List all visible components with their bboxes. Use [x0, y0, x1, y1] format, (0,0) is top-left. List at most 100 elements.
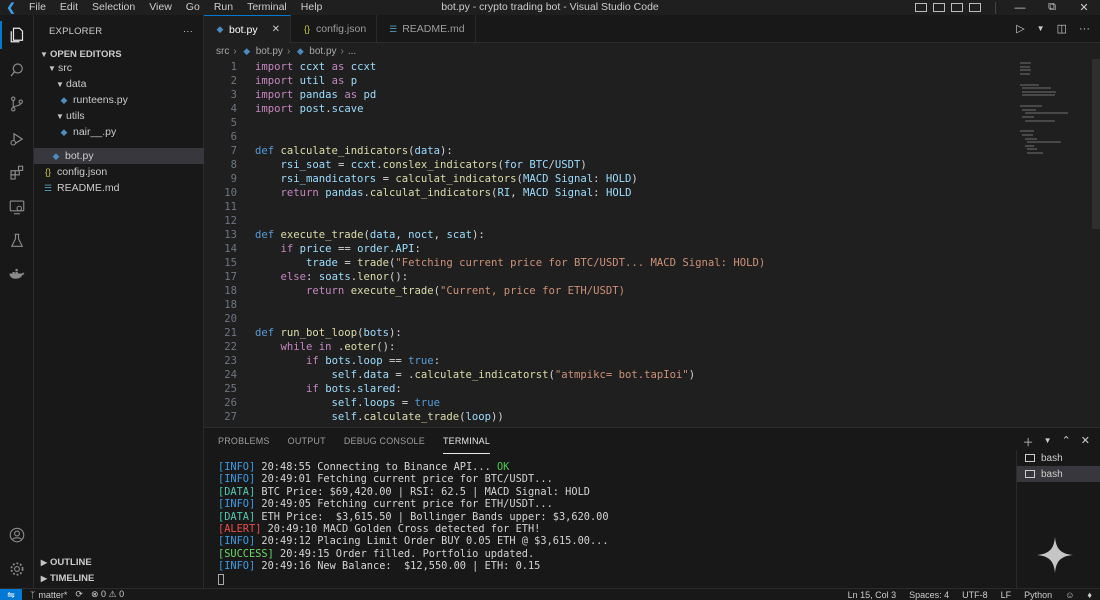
language-mode[interactable]: Python — [1024, 590, 1052, 600]
chevron-down-icon[interactable]: ▼ — [1037, 24, 1045, 33]
chevron-down-icon[interactable]: ▼ — [1044, 434, 1052, 450]
git-branch[interactable]: matter* — [38, 590, 67, 600]
account-icon[interactable] — [0, 521, 34, 549]
code-line[interactable]: 11 — [204, 200, 1004, 214]
code-line[interactable]: 12 — [204, 214, 1004, 228]
cursor-position[interactable]: Ln 15, Col 3 — [848, 590, 897, 600]
code-line[interactable]: 2 import util as p — [204, 74, 1004, 88]
tab-readme-md[interactable]: ☰ README.md — [377, 15, 476, 43]
toggle-sidebar-icon[interactable] — [915, 3, 927, 12]
split-editor-icon[interactable]: ◫ — [1057, 22, 1067, 35]
accounts-icon[interactable]: ☺ — [1065, 590, 1074, 600]
keyword-token: def — [255, 229, 275, 241]
encoding[interactable]: UTF-8 — [962, 590, 988, 600]
toggle-panel-icon[interactable] — [933, 3, 945, 12]
tab-config-json[interactable]: {} config.json — [291, 15, 378, 43]
terminal-instance[interactable]: bash — [1017, 466, 1100, 482]
minimize-icon[interactable]: — — [1006, 2, 1034, 14]
maximize-panel-icon[interactable]: ⌃ — [1062, 434, 1071, 450]
code-line[interactable]: 17 else: soats.lenor(): — [204, 270, 1004, 284]
tab-output[interactable]: OUTPUT — [288, 428, 326, 454]
code-line[interactable]: 1 import ccxt as ccxt — [204, 60, 1004, 74]
tree-file-readme[interactable]: ☰ README.md — [34, 180, 204, 196]
remote-indicator-icon[interactable]: ⇋ — [0, 588, 22, 600]
code-line[interactable]: 13 def execute_trade(data, noct, scat): — [204, 228, 1004, 242]
code-line[interactable]: 18 return execute_trade("Current, price … — [204, 284, 1004, 298]
code-line[interactable]: 15 trade = trade("Fetching current price… — [204, 256, 1004, 270]
source-control-icon[interactable] — [0, 90, 34, 118]
tab-terminal[interactable]: TERMINAL — [442, 428, 491, 454]
tree-file-config[interactable]: {} config.json — [34, 164, 204, 180]
code-line[interactable]: 20 — [204, 312, 1004, 326]
tab-debug-console[interactable]: DEBUG CONSOLE — [344, 428, 425, 454]
code-line[interactable]: 23 if bots.loop == true: — [204, 354, 1004, 368]
editor-scrollbar[interactable] — [1092, 59, 1100, 229]
timeline-section[interactable]: ▶ TIMELINE — [34, 570, 204, 586]
more-actions-icon[interactable]: ··· — [183, 26, 193, 37]
indentation[interactable]: Spaces: 4 — [909, 590, 949, 600]
tree-folder-src[interactable]: ▼ src — [34, 60, 204, 76]
minimap[interactable] — [1020, 59, 1090, 169]
close-tab-icon[interactable]: ✕ — [272, 24, 280, 35]
close-window-icon[interactable]: ✕ — [1070, 1, 1098, 14]
code-line[interactable]: 3 import pandas as pd — [204, 88, 1004, 102]
code-line[interactable]: 14 if price == order.API: — [204, 242, 1004, 256]
menu-file[interactable]: File — [22, 0, 53, 15]
code-line[interactable]: 10 return pandas.calculat_indicators(RI,… — [204, 186, 1004, 200]
menu-selection[interactable]: Selection — [85, 0, 142, 15]
menu-run[interactable]: Run — [207, 0, 240, 15]
end-of-line[interactable]: LF — [1001, 590, 1012, 600]
remote-explorer-icon[interactable] — [0, 193, 34, 221]
code-line[interactable]: 9 rsi_mandicators = calculat_indicators(… — [204, 172, 1004, 186]
settings-gear-icon[interactable] — [0, 555, 34, 583]
code-line[interactable]: 21 def run_bot_loop(bots): — [204, 326, 1004, 340]
code-line[interactable]: 5 — [204, 116, 1004, 130]
menu-go[interactable]: Go — [179, 0, 207, 15]
code-line[interactable]: 6 — [204, 130, 1004, 144]
outline-section[interactable]: ▶ OUTLINE — [34, 554, 204, 570]
sync-icon[interactable]: ⟳ — [75, 589, 83, 600]
run-debug-icon[interactable] — [0, 125, 34, 153]
problems-count[interactable]: ⊗ 0 ⚠ 0 — [91, 589, 124, 600]
tab-problems[interactable]: PROBLEMS — [218, 428, 270, 454]
menu-terminal[interactable]: Terminal — [240, 0, 294, 15]
code-line[interactable]: 8 rsi_soat = ccxt.conslex_indicators(for… — [204, 158, 1004, 172]
restore-icon[interactable]: ⧉ — [1038, 1, 1066, 14]
toggle-secondary-sidebar-icon[interactable] — [951, 3, 963, 12]
code-line[interactable]: 22 while in .eoter(): — [204, 340, 1004, 354]
notifications-bell-icon[interactable]: ♦ — [1087, 590, 1092, 600]
code-line[interactable]: 24 self.data = .calculate_indicatorst("a… — [204, 368, 1004, 382]
tree-file-bot[interactable]: ◆ bot.py — [34, 148, 204, 164]
extensions-icon[interactable] — [0, 159, 34, 187]
tab-bot-py[interactable]: ◆ bot.py ✕ — [204, 15, 291, 43]
breadcrumb-item[interactable]: bot.py — [256, 46, 283, 57]
tree-folder-data[interactable]: ▼ data — [34, 76, 204, 92]
customize-layout-icon[interactable] — [969, 3, 981, 12]
code-editor[interactable]: 1 import ccxt as ccxt 2 import util as p 3 im… — [204, 59, 1100, 427]
code-line[interactable]: 4 import post.scave — [204, 102, 1004, 116]
breadcrumb-item[interactable]: src — [216, 46, 229, 57]
search-icon[interactable] — [0, 56, 34, 84]
terminal-instance[interactable]: bash — [1017, 450, 1100, 466]
code-line[interactable]: 25 if bots.slared: — [204, 382, 1004, 396]
menu-edit[interactable]: Edit — [53, 0, 85, 15]
explorer-icon[interactable] — [0, 21, 34, 49]
open-editors-section[interactable]: ▼ OPEN EDITORS — [34, 47, 203, 61]
run-file-icon[interactable]: ▷ — [1016, 22, 1024, 35]
tree-folder-utils[interactable]: ▼ utils — [34, 108, 204, 124]
new-terminal-icon[interactable]: ＋ — [1023, 434, 1034, 450]
code-line[interactable]: 27 self.calculate_trade(loop)) — [204, 410, 1004, 424]
tree-file-nair[interactable]: ◆ nair__.py — [34, 124, 204, 140]
docker-icon[interactable] — [0, 261, 34, 289]
breadcrumb-item[interactable]: bot.py — [309, 46, 336, 57]
code-line[interactable]: 7 def calculate_indicators(data): — [204, 144, 1004, 158]
menu-help[interactable]: Help — [294, 0, 330, 15]
testing-icon[interactable] — [0, 227, 34, 255]
code-line[interactable]: 26 self.loops = true — [204, 396, 1004, 410]
code-line[interactable]: 18 — [204, 298, 1004, 312]
close-panel-icon[interactable]: ✕ — [1081, 434, 1090, 450]
more-actions-icon[interactable]: ··· — [1079, 23, 1090, 35]
breadcrumb-item[interactable]: ... — [348, 46, 356, 57]
menu-view[interactable]: View — [142, 0, 179, 15]
tree-file-runteens[interactable]: ◆ runteens.py — [34, 92, 204, 108]
